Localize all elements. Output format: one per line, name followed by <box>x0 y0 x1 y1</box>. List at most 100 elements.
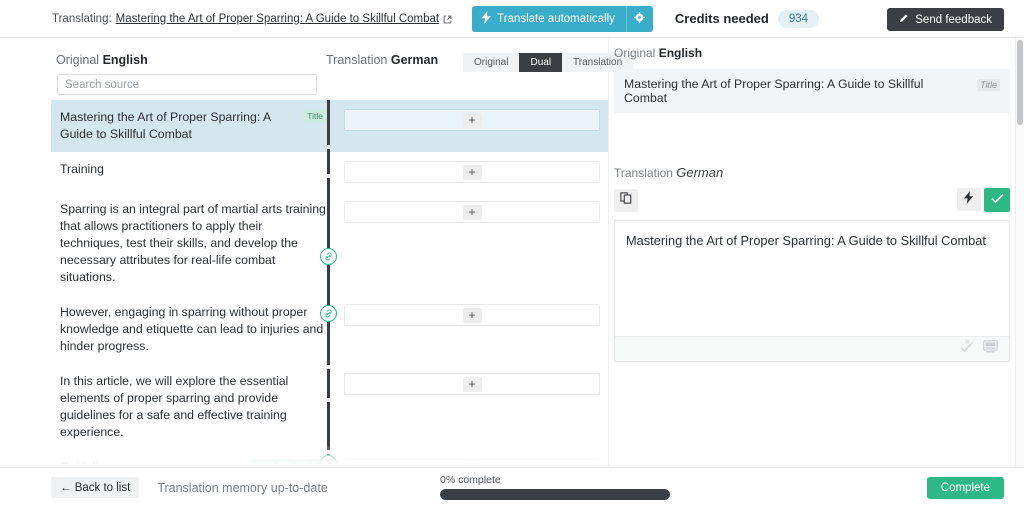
scrollbar-thumb[interactable] <box>1017 40 1023 125</box>
detail-original-language: English <box>658 46 703 60</box>
segment-row[interactable]: However, engaging in sparring without pr… <box>0 295 608 364</box>
progress-track <box>440 489 670 500</box>
segment-row[interactable]: Mastering the Art of Proper Sparring: A … <box>0 100 608 152</box>
segment-source-label: Training <box>60 162 104 176</box>
top-bar: Translating: Mastering the Art of Proper… <box>0 0 1024 38</box>
segment-target-input[interactable]: + <box>344 109 600 131</box>
editor-footer <box>615 336 1009 361</box>
segment-target-cell[interactable]: + <box>332 152 608 192</box>
segment-target-cell[interactable]: + <box>332 295 608 364</box>
send-feedback-label: Send feedback <box>915 13 992 26</box>
search-input[interactable] <box>57 74 317 95</box>
segment-source-text[interactable]: Mastering the Art of Proper Sparring: A … <box>51 100 332 152</box>
credits-indicator: Credits needed 934 <box>674 9 820 28</box>
gear-icon <box>634 11 646 26</box>
pane-divider <box>608 38 609 469</box>
add-translation-button[interactable]: + <box>462 112 482 128</box>
segment-target-input[interactable]: + <box>344 304 600 326</box>
original-language: English <box>102 53 148 67</box>
add-translation-button[interactable]: + <box>462 307 482 323</box>
back-to-list-button[interactable]: ← Back to list <box>51 477 140 498</box>
credits-value: 934 <box>777 9 820 28</box>
progress-fill <box>440 489 670 500</box>
segment-target-input[interactable]: + <box>344 373 600 395</box>
detail-original-prefix: Original <box>614 46 656 60</box>
document-title-link[interactable]: Mastering the Art of Proper Sparring: A … <box>116 13 439 25</box>
detail-translation-label: Translation German <box>614 165 1010 180</box>
segment-target-cell[interactable]: + <box>332 100 608 152</box>
segment-type-badge: Title <box>303 109 327 123</box>
breadcrumb: Translating: Mastering the Art of Proper… <box>52 13 452 25</box>
translation-text[interactable]: Mastering the Art of Proper Sparring: A … <box>615 221 1009 336</box>
spellcheck-icon[interactable] <box>959 340 974 359</box>
add-translation-button[interactable]: + <box>462 376 482 392</box>
check-icon <box>990 191 1004 209</box>
detail-translation-section: Translation German Mastering the Art of … <box>614 165 1010 362</box>
link-icon[interactable] <box>320 248 337 265</box>
detail-original-label: Original English <box>614 46 1010 60</box>
detail-original-badge: Title <box>977 79 1000 91</box>
segment-row[interactable]: In this article, we will explore the ess… <box>0 364 608 450</box>
original-prefix: Original <box>56 53 100 67</box>
machine-translate-button[interactable] <box>957 188 981 211</box>
translating-label: Translating: <box>52 12 112 25</box>
editor-actions <box>957 188 1010 212</box>
credits-label: Credits needed <box>674 11 769 26</box>
segment-source-label: Sparring is an integral part of martial … <box>60 202 326 284</box>
segment-detail-panel: Original English Mastering the Art of Pr… <box>614 46 1010 362</box>
bottom-bar: ← Back to list Translation memory up-to-… <box>0 467 1024 507</box>
original-column-header: Original English <box>56 53 148 67</box>
external-link-icon <box>443 15 452 24</box>
confirm-translation-button[interactable] <box>984 188 1010 212</box>
detail-original-text: Mastering the Art of Proper Sparring: A … <box>624 77 924 105</box>
segment-target-cell[interactable]: + <box>332 364 608 450</box>
segment-source-text[interactable]: Training <box>51 152 332 192</box>
translation-prefix: Translation <box>326 53 388 67</box>
lightning-bolt-icon <box>964 190 974 209</box>
view-mode-toggle[interactable]: Original Dual Translation <box>463 53 634 72</box>
link-icon[interactable] <box>320 305 337 322</box>
translate-automatically-button[interactable]: Translate automatically <box>472 5 653 32</box>
detail-original-text-box: Mastering the Art of Proper Sparring: A … <box>614 69 1010 113</box>
translation-language: German <box>390 53 439 67</box>
segment-target-input[interactable]: + <box>344 201 600 223</box>
segment-target-cell[interactable]: + <box>332 192 608 295</box>
segment-target-input[interactable]: + <box>344 161 600 183</box>
lightning-bolt-icon <box>481 10 492 27</box>
segment-source-label: However, engaging in sparring without pr… <box>60 305 324 353</box>
view-mode-dual[interactable]: Dual <box>519 53 563 72</box>
detail-translation-language: German <box>676 165 724 180</box>
segment-source-text[interactable]: However, engaging in sparring without pr… <box>51 295 332 364</box>
add-translation-button[interactable]: + <box>462 164 482 180</box>
add-translation-button[interactable]: + <box>462 204 482 220</box>
send-feedback-button[interactable]: Send feedback <box>887 8 1004 31</box>
detail-translation-prefix: Translation <box>614 166 673 180</box>
progress-label: 0% complete <box>440 474 501 486</box>
keyboard-icon[interactable] <box>983 340 998 358</box>
translate-settings-button[interactable] <box>627 6 653 32</box>
segment-row[interactable]: Sparring is an integral part of martial … <box>0 192 608 295</box>
segment-source-label: Mastering the Art of Proper Sparring: A … <box>60 110 271 141</box>
editor-toolbar <box>614 188 1010 212</box>
rail-gap <box>327 398 330 402</box>
translation-memory-status: Translation memory up-to-date <box>157 480 328 495</box>
segment-source-label: In this article, we will explore the ess… <box>60 374 289 439</box>
segment-row[interactable]: Training + <box>0 152 608 192</box>
translate-automatically-label: Translate automatically <box>497 12 615 25</box>
copy-source-icon <box>620 191 632 209</box>
rail-gap <box>327 365 330 369</box>
segment-list[interactable]: Mastering the Art of Proper Sparring: A … <box>0 100 608 469</box>
copy-source-button[interactable] <box>614 188 638 212</box>
translation-column-header: Translation German <box>326 53 438 67</box>
pencil-icon <box>899 13 909 26</box>
rail-gap <box>327 450 330 454</box>
segment-source-text[interactable]: Sparring is an integral part of martial … <box>51 192 332 295</box>
progress-indicator: 0% complete <box>440 474 670 500</box>
segment-source-text[interactable]: In this article, we will explore the ess… <box>51 364 332 450</box>
translate-automatically-main[interactable]: Translate automatically <box>472 6 626 32</box>
view-mode-original[interactable]: Original <box>463 53 519 72</box>
translation-editor[interactable]: Mastering the Art of Proper Sparring: A … <box>614 220 1010 362</box>
segment-rail <box>327 100 330 469</box>
rail-gap <box>327 145 330 149</box>
complete-button[interactable]: Complete <box>926 477 1004 499</box>
